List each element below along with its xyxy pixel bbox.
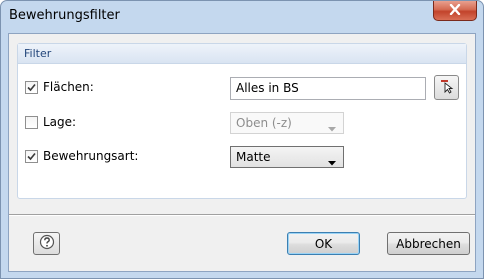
dialog-window: Bewehrungsfilter Filter Flächen: Alles i… [0, 0, 484, 279]
flaechen-row: Flächen: [25, 80, 94, 94]
pick-in-graphic-icon [439, 78, 455, 97]
help-icon [39, 234, 55, 253]
lage-row: Lage: [25, 115, 76, 129]
lage-dropdown[interactable]: Oben (-z) [230, 112, 344, 134]
flaechen-checkbox[interactable] [25, 80, 38, 94]
flaechen-input[interactable]: Alles in BS [230, 77, 426, 100]
help-button[interactable] [33, 232, 60, 255]
close-button[interactable] [433, 1, 477, 21]
window-title: Bewehrungsfilter [9, 8, 120, 23]
lage-checkbox[interactable] [25, 115, 38, 129]
bewehrungsart-dropdown[interactable]: Matte [230, 146, 344, 168]
cancel-button[interactable]: Abbrechen [387, 232, 470, 255]
filter-group-header: Filter [18, 44, 466, 64]
chevron-down-icon [328, 155, 336, 169]
dialog-client-area: Filter Flächen: Alles in BS Lage: Oben (… [8, 33, 476, 272]
bewehrungsart-dropdown-value: Matte [236, 150, 271, 164]
filter-group-title: Filter [24, 47, 52, 60]
bewehrungsart-checkbox[interactable] [25, 149, 38, 163]
bewehrungsart-label: Bewehrungsart: [43, 149, 139, 163]
bewehrungsart-row: Bewehrungsart: [25, 149, 138, 163]
flaechen-label: Flächen: [43, 80, 94, 94]
title-bar: Bewehrungsfilter [1, 1, 483, 33]
lage-dropdown-value: Oben (-z) [236, 116, 292, 130]
chevron-down-icon [328, 121, 336, 135]
close-icon [449, 3, 461, 18]
filter-group: Filter Flächen: Alles in BS Lage: Oben (… [17, 43, 467, 199]
pick-surfaces-button[interactable] [434, 75, 459, 100]
ok-button[interactable]: OK [287, 232, 360, 255]
lage-label: Lage: [43, 115, 77, 129]
separator-line [9, 214, 475, 216]
